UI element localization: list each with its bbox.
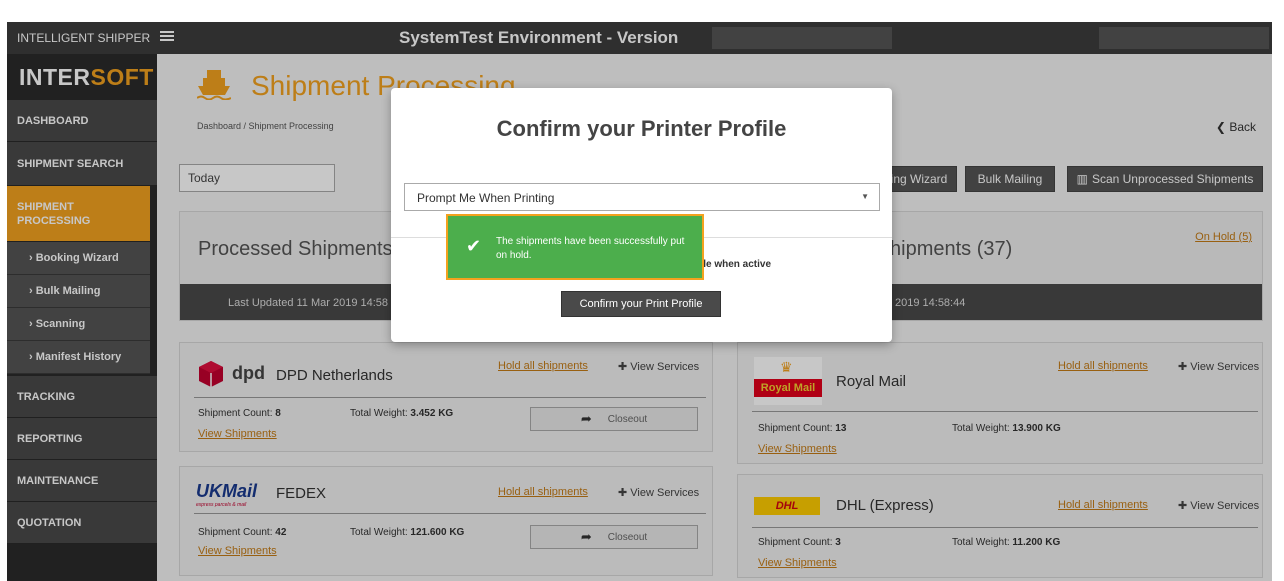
toast-message: The shipments have been successfully put… [496,236,685,261]
modal-title: Confirm your Printer Profile [496,116,787,141]
success-toast[interactable]: ✔ The shipments have been successfully p… [446,214,704,280]
printer-profile-select[interactable]: Prompt Me When Printing ▼ [404,183,880,211]
confirm-print-profile-button[interactable]: Confirm your Print Profile [561,291,721,317]
caret-down-icon: ▼ [861,192,869,201]
checkmark-icon: ✔ [466,236,482,256]
